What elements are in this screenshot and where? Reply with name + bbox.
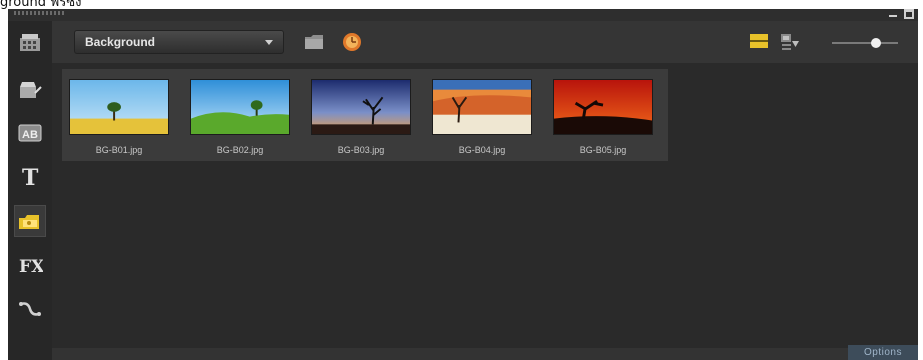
- thumbnail-label: BG-B04.jpg: [458, 145, 506, 155]
- sidebar-item-instant-project[interactable]: [14, 74, 46, 106]
- clapper-wand-icon: [20, 82, 42, 98]
- title-t-icon: T: [22, 165, 39, 189]
- thumbnail-desert-dead-tree: [432, 79, 532, 135]
- color-clock-icon[interactable]: [342, 32, 362, 52]
- panel-drag-grip[interactable]: [14, 11, 66, 15]
- library-item[interactable]: BG-B03.jpg: [304, 69, 425, 161]
- svg-text:T: T: [22, 165, 39, 189]
- sort-import-icon[interactable]: [780, 33, 800, 51]
- status-bar: [52, 348, 918, 360]
- thumbnail-label: BG-B02.jpg: [216, 145, 264, 155]
- sidebar-item-media[interactable]: [14, 27, 46, 59]
- folder-icon[interactable]: [304, 32, 324, 52]
- thumbnail-red-sunset-tree: [553, 79, 653, 135]
- zoom-slider-track: [832, 42, 898, 44]
- thumbnail-strip: BG-B01.jpg BG-B02.jpg BG-B03.jpg BG-B04.…: [62, 69, 668, 161]
- svg-text:FX: FX: [19, 257, 43, 276]
- fx-icon: FX: [19, 257, 43, 276]
- list-view-icon[interactable]: [750, 33, 768, 49]
- thumbnail-label: BG-B03.jpg: [337, 145, 385, 155]
- sidebar-item-title[interactable]: T: [14, 161, 46, 193]
- library-toolbar: Background: [52, 21, 918, 63]
- film-strip-icon: [20, 34, 40, 51]
- library-item[interactable]: BG-B05.jpg: [546, 69, 667, 161]
- ab-transition-icon: AB: [18, 124, 42, 142]
- library-item[interactable]: BG-B04.jpg: [425, 69, 546, 161]
- sidebar-item-transition[interactable]: AB: [14, 117, 46, 149]
- category-dropdown-value: Background: [85, 35, 156, 49]
- library-item[interactable]: BG-B02.jpg: [183, 69, 304, 161]
- graphic-folder-icon: [19, 215, 39, 229]
- library-content: BG-B01.jpg BG-B02.jpg BG-B03.jpg BG-B04.…: [52, 63, 918, 348]
- thumbnail-zoom-slider[interactable]: [832, 38, 898, 48]
- minimize-button[interactable]: [888, 9, 898, 19]
- category-dropdown[interactable]: Background: [74, 30, 284, 54]
- thumbnail-label: BG-B01.jpg: [95, 145, 143, 155]
- options-button[interactable]: Options: [848, 345, 918, 360]
- sidebar-item-path[interactable]: [14, 293, 46, 325]
- video-editor-library-panel: AB T FX Background BG-B01.jpg BG-B02.jpg…: [8, 9, 918, 360]
- chevron-down-icon: [265, 39, 273, 45]
- svg-text:AB: AB: [22, 129, 38, 141]
- motion-path-icon: [19, 302, 41, 316]
- sidebar: AB T FX: [8, 21, 52, 360]
- library-item[interactable]: BG-B01.jpg: [62, 69, 183, 161]
- restore-button[interactable]: [904, 9, 914, 19]
- thumbnail-green-hills-tree: [190, 79, 290, 135]
- zoom-slider-thumb[interactable]: [871, 38, 881, 48]
- thumbnail-tree-yellow-field: [69, 79, 169, 135]
- thumbnail-dusk-bare-tree: [311, 79, 411, 135]
- thumbnail-label: BG-B05.jpg: [579, 145, 627, 155]
- sidebar-item-graphic[interactable]: [14, 205, 46, 237]
- sidebar-item-filter[interactable]: FX: [14, 249, 46, 281]
- document-caption: ground ฟรีซิ่ง: [0, 0, 82, 9]
